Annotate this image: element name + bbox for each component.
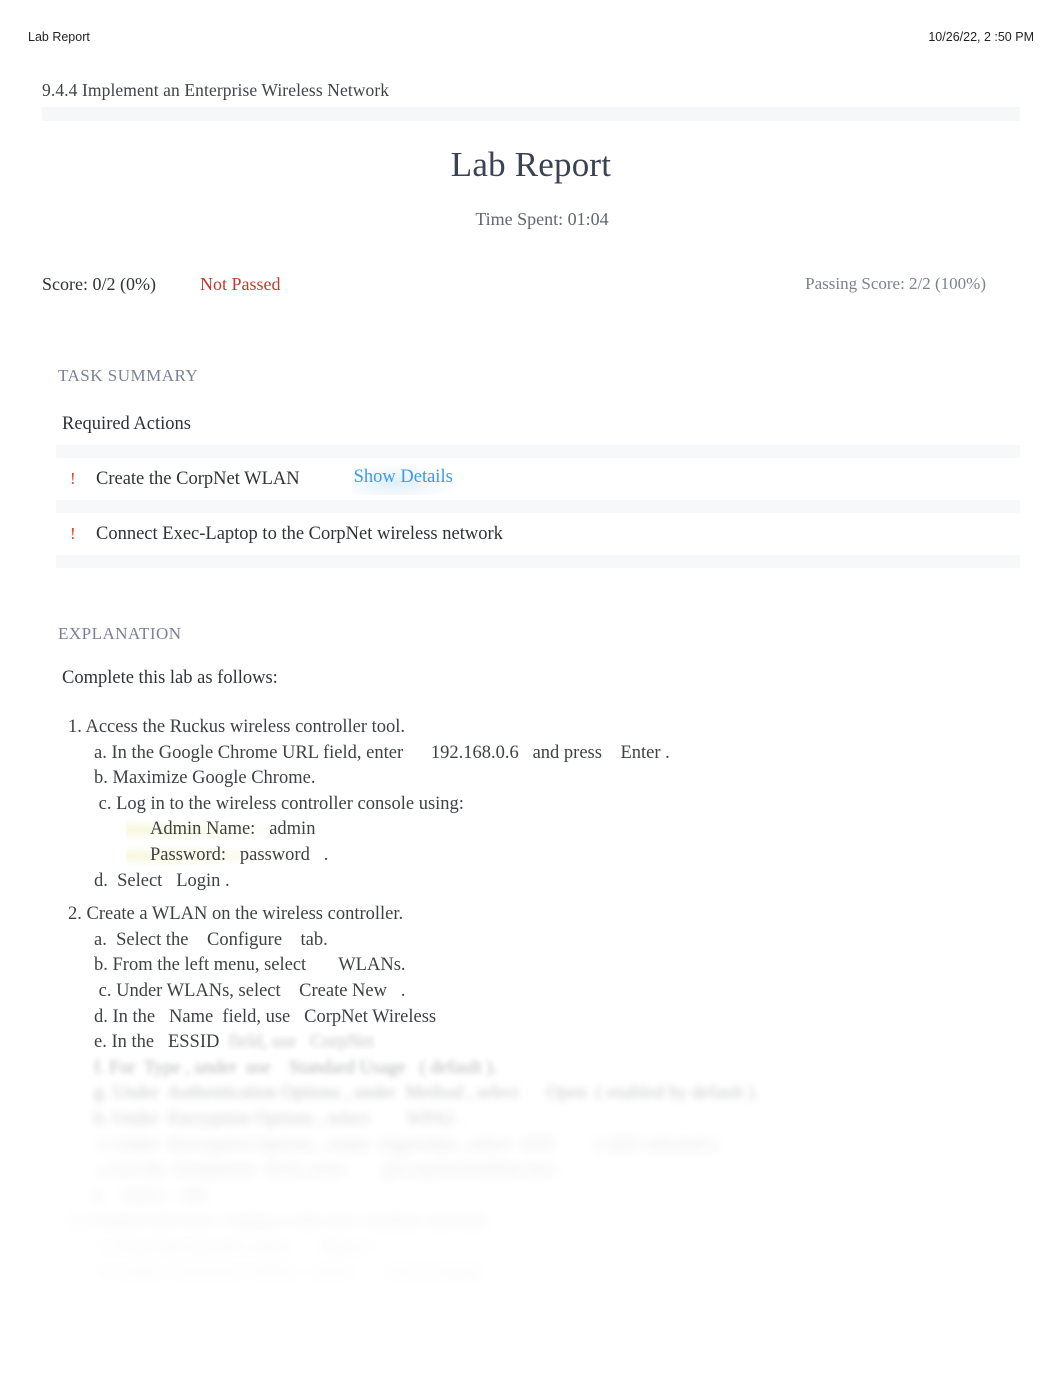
- explanation-step-text: k. Select OK .: [94, 1185, 217, 1206]
- row-band: [56, 555, 1020, 568]
- explanation-step-text: d. In the Name field, use CorpNet Wirele…: [94, 1006, 437, 1027]
- explanation-step: b. Under Executive Office , select Exec-…: [94, 1260, 1062, 1286]
- explanation-step-text: a. In the Google Chrome URL field, enter…: [94, 742, 670, 763]
- explanation-step-text: d. Select Login .: [94, 870, 230, 891]
- explanation-step-text: a. Select the Configure tab.: [94, 929, 328, 950]
- explanation-step: Admin Name: admin: [126, 817, 1062, 843]
- explanation-step: i. Under Encryption Options , under Algo…: [94, 1133, 1062, 1159]
- score-row: Score: 0/2 (0%) Not Passed Passing Score…: [42, 274, 1020, 304]
- explanation-step-text: c. Log in to the wireless controller con…: [94, 793, 464, 814]
- print-header: Lab Report 10/26/22, 2 :50 PM: [0, 26, 1062, 48]
- explanation-steps: 1. Access the Ruckus wireless controller…: [0, 715, 1062, 1286]
- explanation-step-text: Password: password .: [126, 842, 329, 869]
- failed-marker-icon: !: [70, 469, 76, 488]
- row-band: [56, 445, 1020, 458]
- explanation-step-text: i. Under Encryption Options , under Algo…: [94, 1134, 721, 1155]
- explanation-step: c. Under WLANs, select Create New .: [94, 979, 1062, 1005]
- explanation-step: Password: password .: [126, 842, 1062, 869]
- explanation-step: b. From the left menu, select WLANs.: [94, 953, 1062, 979]
- explanation-step: d. Select Login .: [94, 869, 1062, 895]
- explanation-step: e. In the ESSID field, use CorpNet: [94, 1030, 1062, 1056]
- explanation-step-text: b. Under Executive Office , select Exec-…: [94, 1262, 492, 1283]
- explanation-step: c. Log in to the wireless controller con…: [94, 792, 1062, 818]
- explanation-step: 2. Create a WLAN on the wireless control…: [68, 902, 1062, 928]
- explanation-step-text: 1. Access the Ruckus wireless controller…: [68, 717, 406, 737]
- explanation-step-text: j. For the Passphrase field, enter @Corp…: [94, 1160, 571, 1181]
- explanation-step: b. Maximize Google Chrome.: [94, 766, 1062, 792]
- explanation-step: a. In the Google Chrome URL field, enter…: [94, 741, 1062, 767]
- show-details-link[interactable]: Show Details: [351, 463, 461, 495]
- explanation-step-text: a. From the top left, select Floor 1 .: [94, 1236, 384, 1257]
- explanation-step-blurred-tail: field, use CorpNet: [219, 1032, 375, 1053]
- breadcrumb: 9.4.4 Implement an Enterprise Wireless N…: [42, 80, 390, 100]
- passing-score: Passing Score: 2/2 (100%): [805, 274, 986, 293]
- explanation-step-text: g. Under Authentication Options , under …: [94, 1083, 759, 1104]
- explanation-step: f. For Type , under use Standard Usage (…: [94, 1056, 1062, 1082]
- explanation-step-text: h. Under Encryption Options , select WPA…: [94, 1108, 464, 1129]
- explanation-step: h. Under Encryption Options , select WPA…: [94, 1107, 1062, 1133]
- explanation-section: EXPLANATION Complete this lab as follows…: [0, 624, 1062, 1286]
- explanation-step-text: c. Under WLANs, select Create New .: [94, 980, 406, 1001]
- action-label: Create the CorpNet WLAN: [96, 468, 300, 489]
- explanation-intro: Complete this lab as follows:: [62, 668, 278, 688]
- explanation-step: a. Select the Configure tab.: [94, 928, 1062, 954]
- explanation-heading: EXPLANATION: [58, 624, 182, 643]
- required-actions-list: ! Create the CorpNet WLAN Show Details !…: [56, 445, 1020, 568]
- explanation-step: a. From the top left, select Floor 1 .: [94, 1235, 1062, 1261]
- explanation-step: g. Under Authentication Options , under …: [94, 1081, 1062, 1107]
- report-page: 9.4.4 Implement an Enterprise Wireless N…: [0, 80, 1062, 1286]
- task-summary-section: TASK SUMMARY Required Actions ! Create t…: [0, 366, 1062, 568]
- explanation-step: j. For the Passphrase field, enter @Corp…: [94, 1158, 1062, 1184]
- page-title: Lab Report: [450, 145, 612, 184]
- explanation-step-text: f. For Type , under use Standard Usage (…: [94, 1057, 498, 1078]
- required-actions-heading: Required Actions: [62, 414, 191, 434]
- list-item: ! Connect Exec-Laptop to the CorpNet wir…: [56, 513, 1020, 555]
- explanation-step: 1. Access the Ruckus wireless controller…: [68, 715, 1062, 741]
- explanation-step: k. Select OK .: [94, 1184, 1062, 1210]
- explanation-step-text: b. Maximize Google Chrome.: [94, 768, 316, 789]
- task-summary-heading: TASK SUMMARY: [58, 366, 199, 385]
- time-spent: Time Spent: 01:04: [475, 209, 609, 229]
- print-header-timestamp: 10/26/22, 2 :50 PM: [928, 30, 1034, 44]
- header-divider-band: [42, 107, 1020, 121]
- row-band: [56, 500, 1020, 513]
- explanation-step: d. In the Name field, use CorpNet Wirele…: [94, 1005, 1062, 1031]
- explanation-step-text: 2. Create a WLAN on the wireless control…: [68, 904, 404, 925]
- action-label: Connect Exec-Laptop to the CorpNet wirel…: [96, 523, 503, 544]
- explanation-step-text: Admin Name: admin: [126, 817, 316, 843]
- score-value: Score: 0/2 (0%): [42, 274, 156, 294]
- explanation-step: 3. Connect the Exec-Laptop to the new wi…: [68, 1209, 1062, 1235]
- status-badge: Not Passed: [199, 274, 281, 294]
- explanation-step-text: b. From the left menu, select WLANs.: [94, 955, 406, 976]
- explanation-step-text: 3. Connect the Exec-Laptop to the new wi…: [68, 1211, 493, 1232]
- explanation-step-text: e. In the ESSID: [94, 1032, 220, 1053]
- failed-marker-icon: !: [70, 524, 76, 543]
- print-header-doc-title: Lab Report: [28, 30, 90, 44]
- list-item: ! Create the CorpNet WLAN Show Details: [56, 458, 1020, 500]
